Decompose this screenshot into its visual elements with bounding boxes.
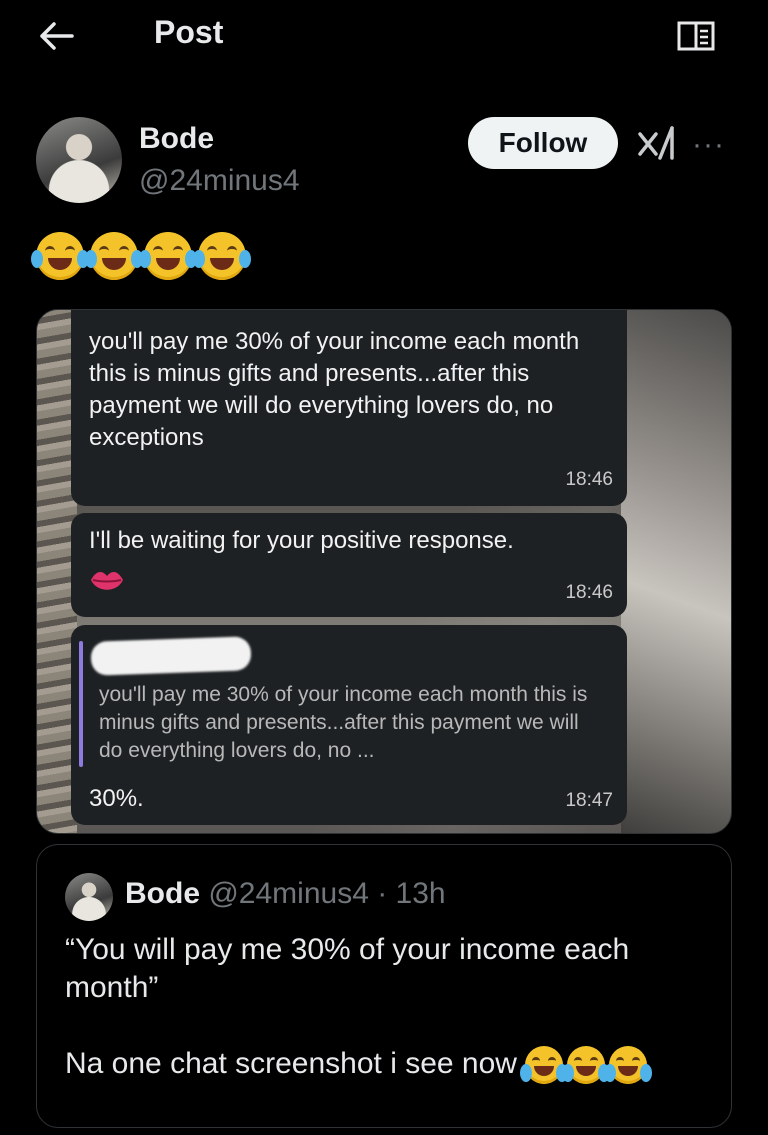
back-button[interactable] — [36, 18, 76, 54]
author-handle[interactable]: @24minus4 — [139, 164, 300, 198]
grok-icon — [638, 126, 674, 160]
quoted-post-emojis — [520, 1046, 653, 1085]
quoted-post-body: “You will pay me 30% of your income each… — [65, 931, 703, 1085]
follow-button[interactable]: Follow — [468, 117, 618, 169]
quoted-post-card[interactable]: Bode @24minus4 · 13h “You will pay me 30… — [36, 844, 732, 1128]
chat-timestamp: 18:46 — [565, 469, 613, 490]
book-icon — [677, 21, 715, 51]
quoted-author-avatar — [65, 873, 113, 921]
chat-bubble: I'll be waiting for your positive respon… — [71, 513, 627, 617]
chat-message-text: I'll be waiting for your positive respon… — [89, 527, 514, 554]
chat-bubble: you'll pay me 30% of your income each mo… — [71, 310, 627, 506]
chat-timestamp: 18:47 — [565, 790, 613, 811]
quoted-message-text: you'll pay me 30% of your income each mo… — [99, 683, 588, 762]
quoted-author-handle: @24minus4 · 13h — [208, 877, 446, 910]
author-name[interactable]: Bode — [139, 122, 214, 156]
chat-message-text: 30%. — [89, 785, 144, 812]
face-with-tears-of-joy-icon — [85, 232, 143, 280]
redacted-name — [90, 636, 252, 676]
face-with-tears-of-joy-icon — [520, 1046, 569, 1085]
chat-bubble: you'll pay me 30% of your income each mo… — [71, 625, 627, 825]
more-options-button[interactable]: ··· — [692, 128, 725, 162]
author-avatar[interactable] — [36, 117, 122, 203]
face-with-tears-of-joy-icon — [604, 1046, 653, 1085]
quote-bar — [79, 641, 83, 767]
arrow-left-icon — [40, 22, 74, 50]
grok-button[interactable] — [636, 124, 678, 162]
face-with-tears-of-joy-icon — [193, 232, 251, 280]
face-with-tears-of-joy-icon — [139, 232, 197, 280]
chat-timestamp: 18:46 — [565, 582, 613, 603]
kiss-mark-icon — [91, 571, 123, 590]
quoted-author-name: Bode — [125, 877, 200, 910]
reader-mode-button[interactable] — [676, 18, 716, 54]
post-media-image[interactable]: you'll pay me 30% of your income each mo… — [36, 309, 732, 834]
quoted-post-meta: Bode @24minus4 · 13h — [125, 877, 446, 911]
background-texture — [621, 310, 731, 833]
page-title: Post — [154, 14, 224, 50]
post-text-emojis — [31, 232, 251, 280]
face-with-tears-of-joy-icon — [562, 1046, 611, 1085]
chat-message-text: you'll pay me 30% of your income each mo… — [89, 328, 580, 451]
face-with-tears-of-joy-icon — [31, 232, 89, 280]
